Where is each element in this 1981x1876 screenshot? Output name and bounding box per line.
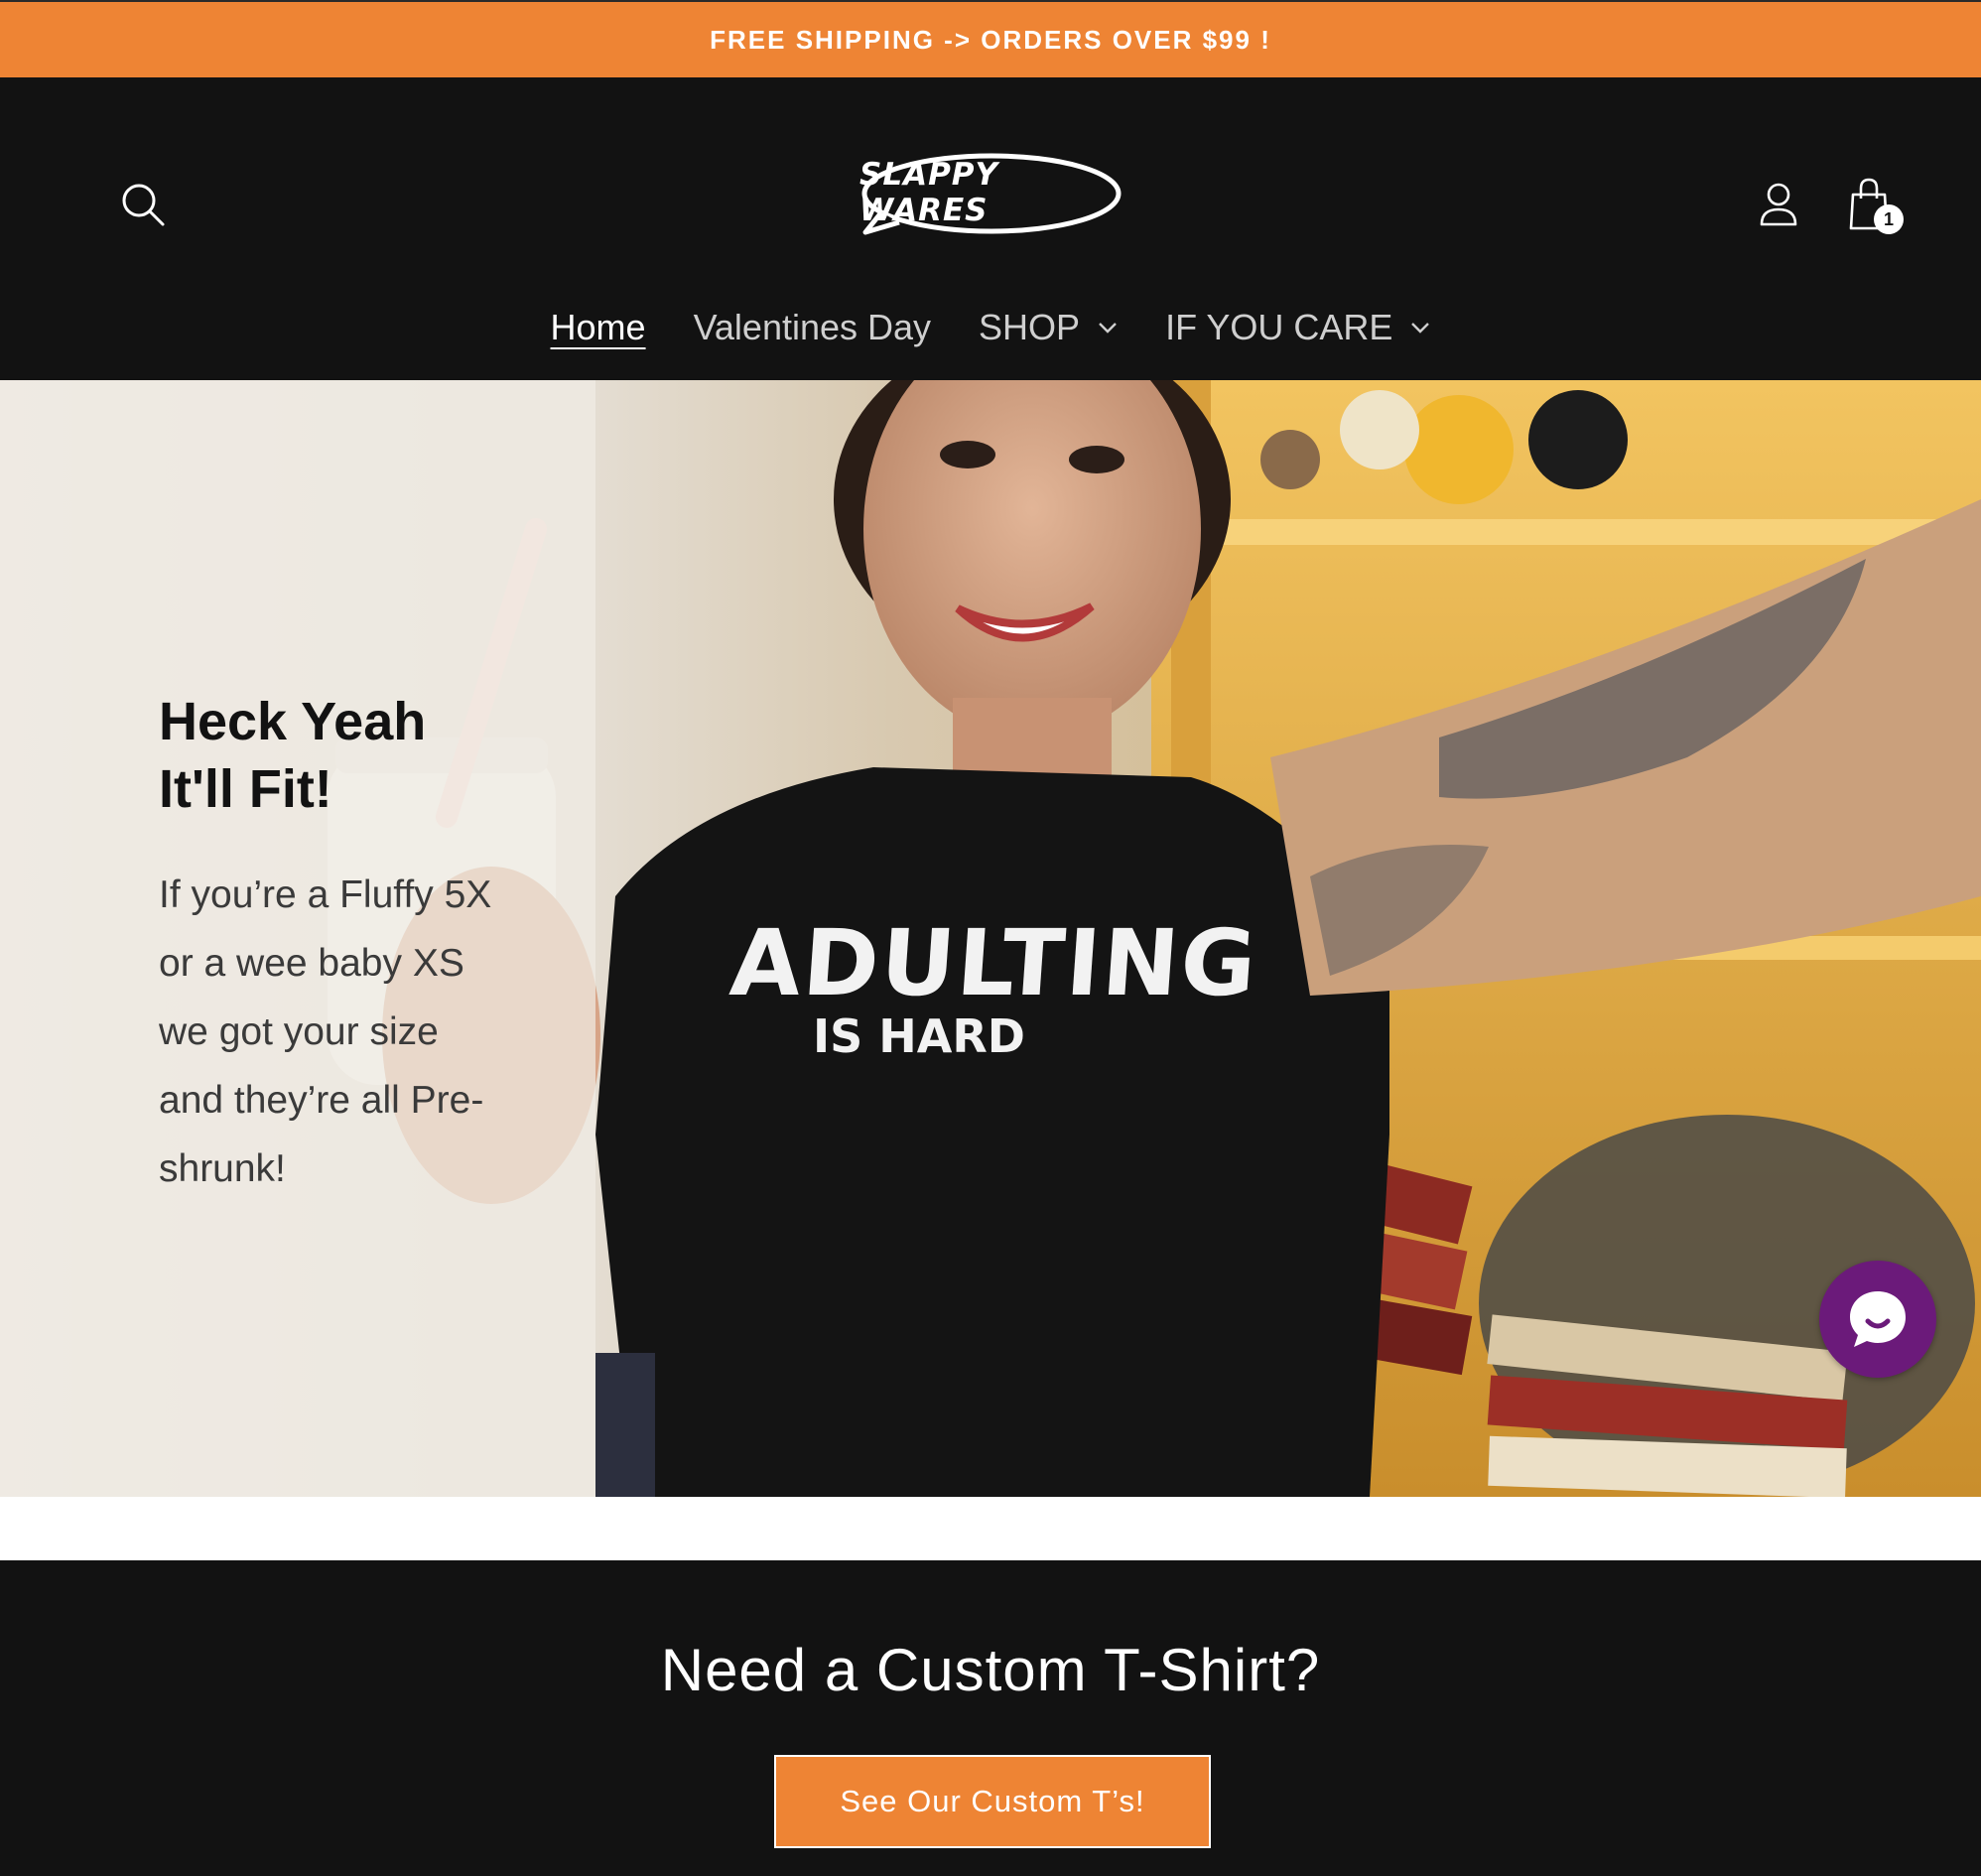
announcement-bar: FREE SHIPPING -> ORDERS OVER $99 ! bbox=[0, 0, 1981, 77]
cart-count-badge: 1 bbox=[1874, 204, 1904, 234]
chevron-down-icon bbox=[1098, 322, 1118, 334]
page: FREE SHIPPING -> ORDERS OVER $99 ! SLAPP… bbox=[0, 0, 1981, 1876]
search-button[interactable] bbox=[111, 173, 175, 236]
announcement-text: FREE SHIPPING -> ORDERS OVER $99 ! bbox=[710, 24, 1271, 55]
shirt-print-line-1: ADULTING bbox=[726, 910, 1261, 1016]
hero-heading: Heck Yeah It'll Fit! bbox=[159, 692, 427, 819]
see-custom-tees-button[interactable]: See Our Custom T’s! bbox=[774, 1755, 1211, 1848]
account-icon bbox=[1760, 183, 1797, 226]
chat-button[interactable] bbox=[1819, 1261, 1936, 1378]
main-nav: Home Valentines Day SHOP IF YOU CARE bbox=[0, 298, 1981, 357]
custom-tshirt-title: Need a Custom T-Shirt? bbox=[660, 1637, 1321, 1703]
custom-tshirt-section: Need a Custom T-Shirt? See Our Custom T’… bbox=[0, 1560, 1981, 1876]
nav-label-valentines-day: Valentines Day bbox=[693, 307, 932, 347]
nav-item-if-you-care[interactable]: IF YOU CARE bbox=[1165, 307, 1430, 348]
hero-banner: ADULTING IS HARD Heck Yeah It'll Fit! If… bbox=[0, 380, 1981, 1497]
cart-button[interactable]: 1 bbox=[1836, 167, 1908, 242]
shirt-print-line-2: IS HARD bbox=[813, 1009, 1025, 1063]
account-button[interactable] bbox=[1749, 173, 1808, 236]
chevron-down-icon bbox=[1410, 322, 1430, 334]
chat-bubble-icon bbox=[1850, 1291, 1906, 1347]
site-logo[interactable]: SLAPPY WARES bbox=[859, 151, 1123, 240]
nav-label-shop: SHOP bbox=[979, 307, 1081, 347]
shirt-print: ADULTING IS HARD bbox=[726, 910, 1261, 1061]
nav-item-home[interactable]: Home bbox=[551, 307, 646, 348]
site-header: SLAPPY WARES 1 Home Valentines Day SHOP … bbox=[0, 77, 1981, 380]
hero-body-text: If you’re a Fluffy 5X or a wee baby XS w… bbox=[159, 873, 492, 1190]
logo-text: SLAPPY WARES bbox=[859, 157, 998, 228]
search-icon bbox=[122, 184, 165, 226]
nav-item-valentines-day[interactable]: Valentines Day bbox=[694, 307, 931, 348]
nav-label-if-you-care: IF YOU CARE bbox=[1165, 307, 1393, 347]
nav-item-shop[interactable]: SHOP bbox=[979, 307, 1118, 348]
nav-label-home: Home bbox=[550, 307, 646, 347]
